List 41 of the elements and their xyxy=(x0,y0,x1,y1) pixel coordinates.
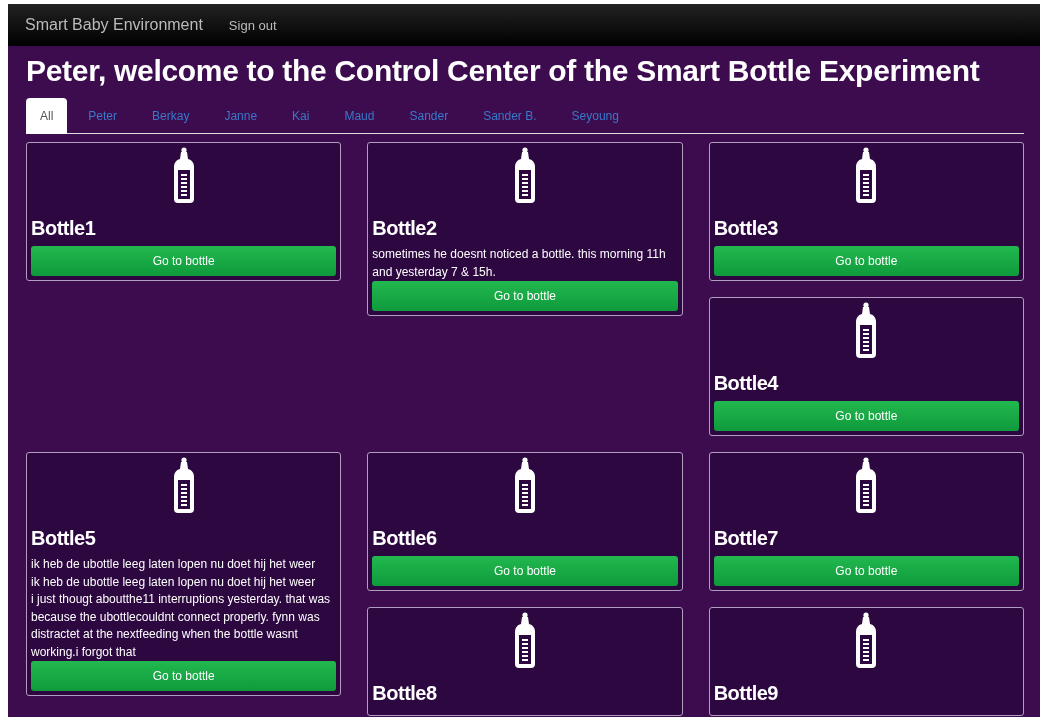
bottle-name: Bottle2 xyxy=(372,217,438,240)
brand-link[interactable]: Smart Baby Environment xyxy=(25,16,203,34)
baby-bottle-icon xyxy=(513,612,537,670)
baby-bottle-icon xyxy=(854,302,879,360)
filter-tab[interactable]: Seyoung xyxy=(557,98,633,133)
bottle-name: Bottle7 xyxy=(713,527,779,550)
bottle-note: i just thougt aboutthe11 interruptions yesterday. that was because the ubottlecouldnt connect properly. fynn was distractet at the nextfeeding when the bottle wasnt working.i forgot that xyxy=(31,591,332,661)
filter-tab[interactable]: Kai xyxy=(278,98,324,133)
baby-bottle-icon xyxy=(171,147,196,205)
bottle-name: Bottle3 xyxy=(713,217,779,240)
filter-tab[interactable]: Janne xyxy=(210,98,272,133)
go-to-bottle-button[interactable]: Go to bottle xyxy=(31,661,337,691)
filter-tab[interactable]: Sander xyxy=(395,98,463,133)
bottle-name: Bottle4 xyxy=(713,372,780,395)
go-to-bottle-button[interactable]: Go to bottle xyxy=(372,556,678,586)
bottle-note: sometimes he doesnt noticed a bottle. this morning 11h and yesterday 7 & 15h. xyxy=(372,246,667,281)
filter-tab[interactable]: Berkay xyxy=(138,98,204,133)
bottle-note: ik heb de ubottle leeg laten lopen nu doet hij het weer xyxy=(31,573,317,591)
baby-bottle-icon xyxy=(513,457,537,515)
go-to-bottle-button[interactable]: Go to bottle xyxy=(713,556,1019,586)
baby-bottle-icon xyxy=(854,457,879,515)
go-to-bottle-button[interactable]: Go to bottle xyxy=(713,401,1019,431)
bottle-name: Bottle6 xyxy=(372,527,438,550)
bottle-name: Bottle5 xyxy=(31,527,97,550)
page-title: Peter, welcome to the Control Center of the Smart Bottle Experiment xyxy=(26,54,981,88)
baby-bottle-icon xyxy=(854,147,879,205)
sign-out-link[interactable]: Sign out xyxy=(228,17,277,33)
go-to-bottle-button[interactable]: Go to bottle xyxy=(372,281,678,311)
baby-bottle-icon xyxy=(854,612,879,670)
filter-tab[interactable]: Sander B. xyxy=(469,98,551,133)
filter-tab[interactable]: All xyxy=(26,98,68,134)
go-to-bottle-button[interactable]: Go to bottle xyxy=(713,246,1019,276)
bottle-name: Bottle1 xyxy=(31,217,97,240)
bottle-name: Bottle9 xyxy=(713,682,779,705)
filter-tab[interactable]: Maud xyxy=(330,98,389,133)
bottle-name: Bottle8 xyxy=(372,682,438,705)
baby-bottle-icon xyxy=(513,147,537,205)
bottle-note: ik heb de ubottle leeg laten lopen nu doet hij het weer xyxy=(31,556,317,573)
baby-bottle-icon xyxy=(171,457,196,515)
go-to-bottle-button[interactable]: Go to bottle xyxy=(31,246,337,276)
filter-tab[interactable]: Peter xyxy=(74,98,132,133)
